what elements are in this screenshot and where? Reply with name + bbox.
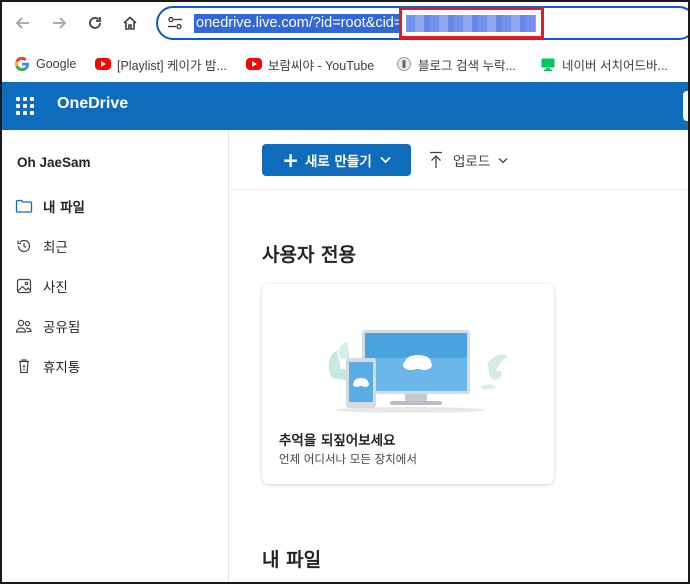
- upload-button[interactable]: 업로드: [429, 148, 508, 172]
- naver-monitor-icon: [541, 58, 555, 71]
- sidebar-item-my-files[interactable]: 내 파일: [15, 194, 215, 218]
- back-button[interactable]: [10, 10, 36, 36]
- new-button[interactable]: + 새로 만들기: [262, 144, 411, 176]
- section-title-my-files: 내 파일: [262, 549, 322, 571]
- arrow-right-icon: [53, 17, 67, 29]
- reload-button[interactable]: [82, 10, 108, 36]
- command-bar: + 새로 만들기 업로드: [230, 130, 690, 190]
- app-launcher-icon[interactable]: [16, 97, 34, 115]
- chevron-down-icon: [380, 156, 391, 164]
- arrow-left-icon: [15, 17, 29, 29]
- tune-icon[interactable]: [167, 16, 183, 30]
- sidebar-item-label: 내 파일: [43, 200, 85, 216]
- upload-icon: [430, 151, 442, 168]
- blog-icon: [397, 57, 411, 71]
- image-icon: [15, 277, 33, 295]
- bookmark-naver[interactable]: 네이버 서치어드바...: [540, 54, 668, 74]
- card-subtitle: 언제 어디서나 모든 장치에서: [279, 452, 417, 466]
- bookmark-google[interactable]: Google: [14, 54, 76, 74]
- sidebar-item-label: 공유됨: [43, 320, 81, 336]
- card-title: 추억을 되짚어보세요: [279, 433, 396, 449]
- new-button-label: 새로 만들기: [304, 154, 372, 170]
- plus-icon: +: [282, 148, 299, 172]
- chevron-down-icon: [498, 157, 508, 163]
- app-title[interactable]: OneDrive: [57, 95, 128, 113]
- app-header: OneDrive: [0, 82, 690, 130]
- bookmark-label: 보람씨야 - YouTube: [268, 58, 375, 73]
- memories-card[interactable]: 추억을 되짚어보세요 언제 어디서나 모든 장치에서: [262, 284, 554, 484]
- bookmarks-bar: Google [Playlist] 케이가 밤... 보람씨야 - YouTub…: [0, 46, 690, 82]
- main-content: + 새로 만들기 업로드 사용자 전용 추억을 되짚어보세요 언제 어디서나 모…: [230, 130, 690, 584]
- sidebar-item-label: 휴지통: [43, 360, 81, 376]
- folder-icon: [15, 197, 33, 215]
- sidebar-item-recent[interactable]: 최근: [15, 234, 215, 258]
- recycle-bin-icon: [15, 357, 33, 375]
- user-name: Oh JaeSam: [17, 155, 91, 170]
- history-icon: [15, 237, 33, 255]
- devices-illustration: [328, 330, 508, 413]
- bookmark-label: Google: [36, 57, 77, 71]
- youtube-icon: [95, 58, 111, 70]
- home-icon: [123, 16, 137, 30]
- sidebar-item-label: 최근: [43, 240, 68, 256]
- sidebar: Oh JaeSam 내 파일 최근 사진 공유됨 휴지통: [0, 130, 229, 584]
- search-box[interactable]: [683, 91, 690, 121]
- google-icon: [14, 56, 29, 72]
- browser-toolbar: onedrive.live.com/?id=root&cid=: [0, 0, 690, 46]
- youtube-icon: [246, 58, 262, 70]
- redaction-box: [399, 7, 544, 39]
- bookmark-blog[interactable]: 블로그 검색 누락...: [396, 54, 516, 74]
- people-icon: [15, 317, 33, 335]
- upload-button-label: 업로드: [453, 154, 491, 170]
- reload-icon: [89, 17, 101, 29]
- sidebar-item-shared[interactable]: 공유됨: [15, 314, 215, 338]
- forward-button[interactable]: [46, 10, 72, 36]
- section-title-for-you: 사용자 전용: [262, 244, 357, 266]
- bookmark-label: 블로그 검색 누락...: [418, 58, 516, 73]
- sidebar-item-recycle-bin[interactable]: 휴지통: [15, 354, 215, 378]
- bookmark-label: 네이버 서치어드바...: [562, 58, 668, 73]
- url-text[interactable]: onedrive.live.com/?id=root&cid=: [194, 14, 405, 33]
- bookmark-playlist[interactable]: [Playlist] 케이가 밤...: [95, 54, 227, 74]
- home-button[interactable]: [117, 10, 143, 36]
- sidebar-item-label: 사진: [43, 280, 68, 296]
- bookmark-youtube-channel[interactable]: 보람씨야 - YouTube: [246, 54, 374, 74]
- bookmark-label: [Playlist] 케이가 밤...: [117, 58, 227, 73]
- sidebar-item-photos[interactable]: 사진: [15, 274, 215, 298]
